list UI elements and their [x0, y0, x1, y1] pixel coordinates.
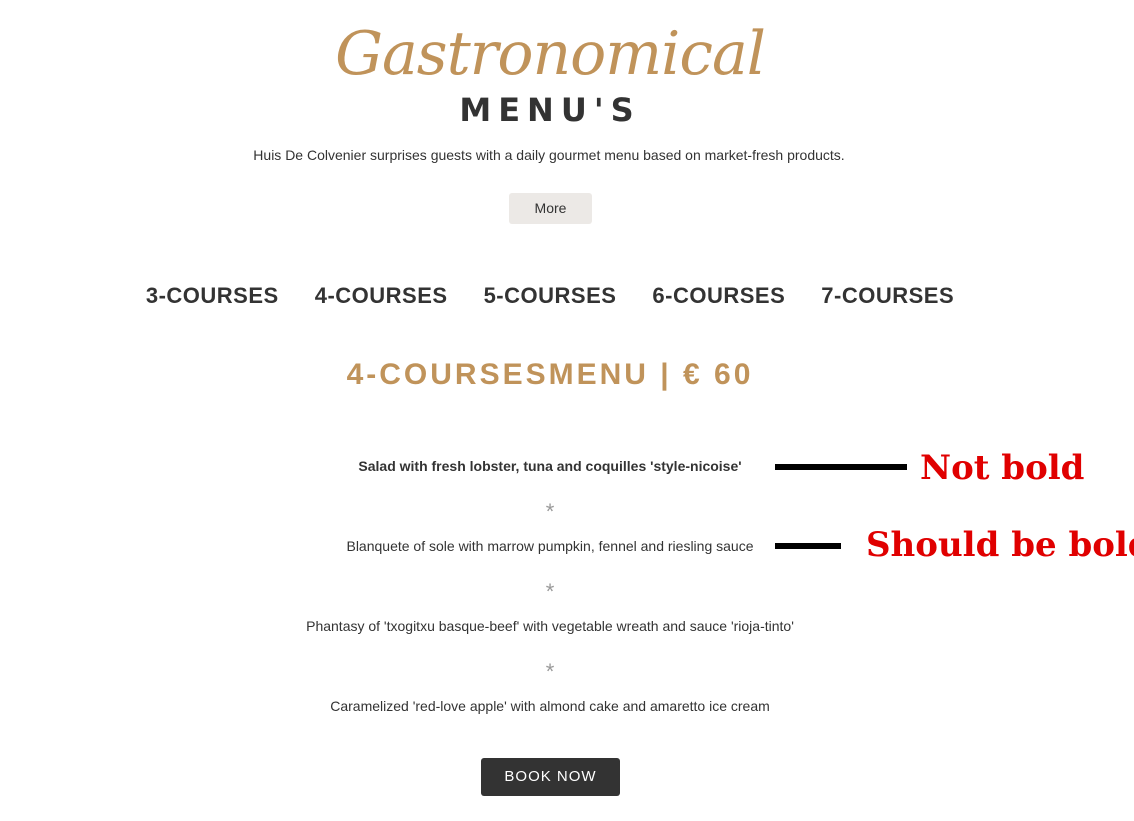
tab-3-courses[interactable]: 3-COURSES: [146, 282, 279, 310]
asterisk-separator-icon: *: [545, 579, 555, 604]
page-title: MENU'S: [459, 91, 641, 129]
tab-7-courses[interactable]: 7-COURSES: [821, 282, 954, 310]
script-title: Gastronomical: [335, 19, 766, 89]
asterisk-separator-icon: *: [545, 659, 555, 684]
tab-4-courses[interactable]: 4-COURSES: [315, 282, 448, 310]
course-item-3: Phantasy of 'txogitxu basque-beef' with …: [306, 618, 794, 634]
course-item-4: Caramelized 'red-love apple' with almond…: [330, 698, 770, 714]
intro-text: Huis De Colvenier surprises guests with …: [253, 147, 845, 163]
annotation-should-be-bold: Should be bold: [866, 525, 1134, 565]
menu-heading: 4-COURSESMENU | € 60: [346, 358, 754, 391]
tab-5-courses[interactable]: 5-COURSES: [484, 282, 617, 310]
annotation-line-2: [775, 543, 841, 549]
book-now-button[interactable]: BOOK NOW: [481, 758, 620, 796]
more-button[interactable]: More: [509, 193, 592, 224]
annotation-not-bold: Not bold: [920, 448, 1085, 488]
asterisk-separator-icon: *: [545, 499, 555, 524]
annotation-line-1: [775, 464, 907, 470]
course-tabs: 3-COURSES 4-COURSES 5-COURSES 6-COURSES …: [0, 282, 1100, 310]
tab-6-courses[interactable]: 6-COURSES: [652, 282, 785, 310]
